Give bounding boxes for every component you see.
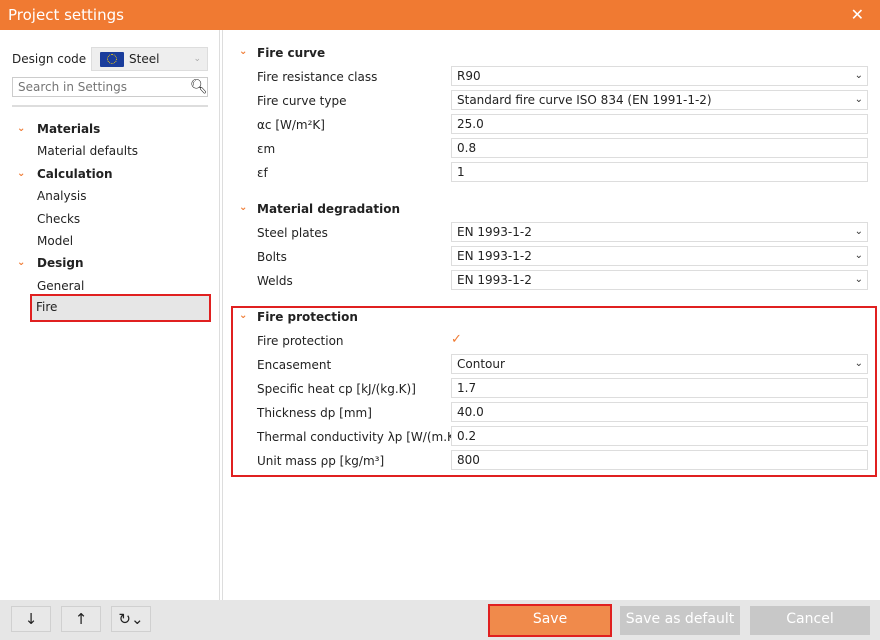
section-title: Fire protection xyxy=(257,310,358,324)
chevron-down-icon: ⌄ xyxy=(854,250,863,261)
field-label: αc [W/m²K] xyxy=(257,118,325,132)
window-title: Project settings xyxy=(8,6,124,24)
text-field[interactable]: 0.2 xyxy=(451,426,868,446)
chevron-down-icon[interactable]: ⌄ xyxy=(17,165,25,183)
search-icon[interactable]: 🔍︎ xyxy=(190,79,208,95)
field-value: 25.0 xyxy=(457,117,484,131)
field-value: EN 1993-1-2 xyxy=(457,273,532,287)
text-field[interactable]: 25.0 xyxy=(451,114,868,134)
settings-panel: ⌄ Fire curve Fire resistance class R90 ⌄ Fire… xyxy=(222,30,880,600)
field-value: 1.7 xyxy=(457,381,477,395)
sidebar-item-label: Design xyxy=(37,256,84,271)
sidebar-item-label: Checks xyxy=(37,211,81,226)
title-bar: Project settings ✕ xyxy=(0,0,880,30)
save-button[interactable]: Save xyxy=(488,604,612,637)
field-label: Bolts xyxy=(257,250,287,264)
section-title: Material degradation xyxy=(257,202,400,216)
dropdown-field[interactable]: EN 1993-1-2 ⌄ xyxy=(451,246,868,266)
dropdown-field[interactable]: Standard fire curve ISO 834 (EN 1991-1-2… xyxy=(451,90,868,110)
section-header-fire-curve[interactable]: ⌄ Fire curve xyxy=(239,46,326,60)
text-field[interactable]: 1.7 xyxy=(451,378,868,398)
field-label: Welds xyxy=(257,274,293,288)
close-icon[interactable]: ✕ xyxy=(851,0,864,30)
chevron-down-icon[interactable]: ⌄ xyxy=(17,120,25,138)
sidebar-item-material-defaults[interactable]: Material defaults xyxy=(37,142,138,160)
sidebar-item-label: Fire xyxy=(36,300,58,315)
dropdown-field[interactable]: Contour ⌄ xyxy=(451,354,868,374)
chevron-down-icon[interactable]: ⌄ xyxy=(239,46,247,57)
sidebar-item-label: General xyxy=(37,278,85,293)
field-label: Steel plates xyxy=(257,226,328,240)
sidebar-item-fire[interactable]: Fire xyxy=(30,294,211,323)
field-label: Fire resistance class xyxy=(257,70,378,84)
search-input[interactable] xyxy=(12,77,208,97)
field-value: EN 1993-1-2 xyxy=(457,225,532,239)
dropdown-field[interactable]: EN 1993-1-2 ⌄ xyxy=(451,222,868,242)
text-field[interactable]: 800 xyxy=(451,450,868,470)
section-header-fire-protection[interactable]: ⌄ Fire protection xyxy=(239,310,358,324)
field-label: εm xyxy=(257,142,276,156)
field-value: Standard fire curve ISO 834 (EN 1991-1-2… xyxy=(457,93,712,107)
chevron-down-icon: ⌄ xyxy=(854,94,863,105)
field-label: εf xyxy=(257,166,268,180)
divider xyxy=(12,105,208,107)
field-value: 0.2 xyxy=(457,429,477,443)
dropdown-field[interactable]: R90 ⌄ xyxy=(451,66,868,86)
field-label: Specific heat cp [kJ/(kg.K)] xyxy=(257,382,416,396)
text-field[interactable]: 40.0 xyxy=(451,402,868,422)
chevron-down-icon[interactable]: ⌄ xyxy=(239,202,247,213)
sidebar-item-calculation[interactable]: ⌄ Calculation xyxy=(17,165,113,183)
chevron-down-icon[interactable]: ⌄ xyxy=(239,310,247,321)
field-value: 800 xyxy=(457,453,480,467)
field-value: Contour xyxy=(457,357,505,371)
sidebar-item-design[interactable]: ⌄ Design xyxy=(17,254,84,272)
section-title: Fire curve xyxy=(257,46,326,60)
chevron-down-icon: ⌄ xyxy=(854,226,863,237)
field-value: R90 xyxy=(457,69,481,83)
design-code-value: Steel xyxy=(129,52,160,66)
design-code-label: Design code xyxy=(12,52,87,66)
chevron-down-icon: ⌄ xyxy=(854,274,863,285)
field-value: EN 1993-1-2 xyxy=(457,249,532,263)
save-as-default-button[interactable]: Save as default xyxy=(620,606,740,635)
sidebar-item-label: Model xyxy=(37,234,74,248)
section-header-material-degradation[interactable]: ⌄ Material degradation xyxy=(239,202,400,216)
chevron-down-icon[interactable]: ⌄ xyxy=(17,254,25,272)
chevron-down-icon: ⌄ xyxy=(854,358,863,369)
sidebar-item-materials[interactable]: ⌄ Materials xyxy=(17,120,101,138)
sidebar-item-checks[interactable]: Checks xyxy=(37,210,80,228)
sidebar-item-label: Analysis xyxy=(37,189,87,204)
field-value: 1 xyxy=(457,165,465,179)
design-code-select[interactable]: Steel ⌄ xyxy=(91,47,208,71)
chevron-down-icon: ⌄ xyxy=(193,54,201,64)
field-label: Unit mass ρp [kg/m³] xyxy=(257,454,385,468)
cancel-button[interactable]: Cancel xyxy=(750,606,870,635)
footer: ↓ ↑ ↻⌄ Save Save as default Cancel xyxy=(0,600,880,640)
text-field[interactable]: 0.8 xyxy=(451,138,868,158)
chevron-down-icon: ⌄ xyxy=(854,70,863,81)
field-value: 0.8 xyxy=(457,141,477,155)
sidebar-item-label: Calculation xyxy=(37,166,113,181)
dropdown-field[interactable]: EN 1993-1-2 ⌄ xyxy=(451,270,868,290)
sidebar-item-label: Materials xyxy=(37,122,101,136)
field-label: Fire curve type xyxy=(257,94,347,108)
field-label: Encasement xyxy=(257,358,332,372)
sidebar-item-model[interactable]: Model xyxy=(37,232,73,250)
reset-dropdown-button[interactable]: ↻⌄ xyxy=(111,606,151,632)
sidebar-item-label: Material defaults xyxy=(37,144,139,159)
eu-flag-icon xyxy=(100,52,124,67)
field-label: Thickness dp [mm] xyxy=(257,406,372,420)
move-up-button[interactable]: ↑ xyxy=(61,606,101,632)
move-down-button[interactable]: ↓ xyxy=(11,606,51,632)
field-label: Thermal conductivity λp [W/(m.K)] xyxy=(257,430,465,444)
sidebar-item-analysis[interactable]: Analysis xyxy=(37,187,86,205)
sidebar-item-general[interactable]: General xyxy=(37,277,84,295)
field-value: 40.0 xyxy=(457,405,484,419)
fire-protection-checkbox[interactable]: ✓ xyxy=(451,332,462,347)
sidebar: Design code Steel ⌄ 🔍︎ ⌄ Materials Material… xyxy=(0,30,220,600)
text-field[interactable]: 1 xyxy=(451,162,868,182)
fire-protection-label: Fire protection xyxy=(257,334,344,348)
